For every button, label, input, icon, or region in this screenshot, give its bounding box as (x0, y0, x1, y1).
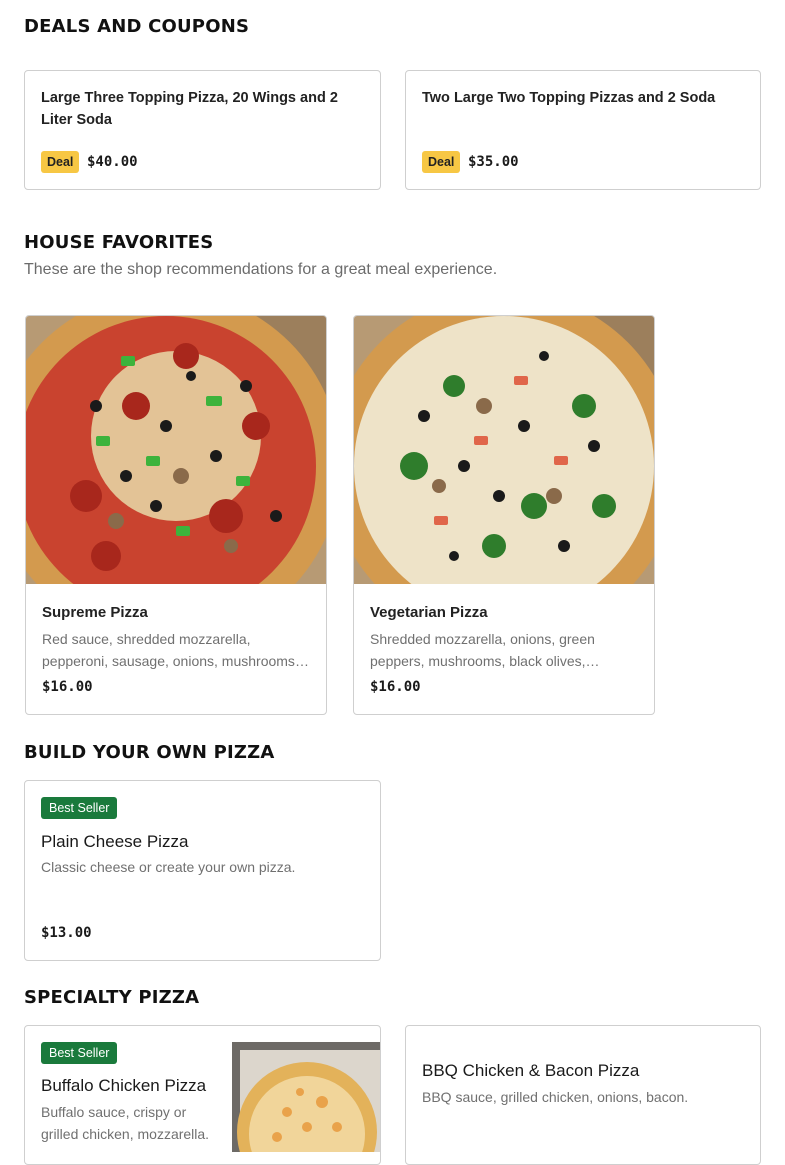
favorites-subtitle: These are the shop recommendations for a… (24, 261, 498, 278)
favorite-item-card[interactable]: Vegetarian Pizza Shredded mozzarella, on… (353, 315, 655, 715)
deal-card[interactable]: Large Three Topping Pizza, 20 Wings and … (24, 70, 381, 190)
vegetarian-pizza-photo (354, 316, 654, 584)
specialty-section-title: SPECIALTY PIZZA (24, 987, 200, 1008)
deals-section-title: DEALS AND COUPONS (24, 16, 250, 37)
menu-item-card[interactable]: Best Seller Plain Cheese Pizza Classic c… (24, 780, 381, 961)
deal-price: $35.00 (468, 154, 519, 170)
menu-item-card[interactable]: Best Seller Buffalo Chicken Pizza Buffal… (24, 1025, 381, 1165)
item-description: BBQ sauce, grilled chicken, onions, baco… (422, 1089, 689, 1105)
item-description: Shredded mozzarella, onions, green peppe… (370, 631, 595, 669)
buffalo-chicken-pizza-photo (232, 1042, 380, 1152)
item-name: BBQ Chicken & Bacon Pizza (422, 1061, 640, 1080)
item-name: Plain Cheese Pizza (41, 832, 189, 851)
deal-card[interactable]: Two Large Two Topping Pizzas and 2 Soda … (405, 70, 761, 190)
item-price: $16.00 (370, 679, 421, 695)
deal-name: Two Large Two Topping Pizzas and 2 Soda (422, 90, 716, 106)
byo-section-title: BUILD YOUR OWN PIZZA (24, 742, 275, 763)
item-price: $13.00 (41, 925, 92, 941)
deal-price: $40.00 (87, 154, 138, 170)
favorite-item-card[interactable]: Supreme Pizza Red sauce, shredded mozzar… (25, 315, 327, 715)
favorites-section-title: HOUSE FAVORITES (24, 232, 214, 253)
best-seller-badge: Best Seller (41, 1042, 118, 1064)
item-name: Supreme Pizza (42, 604, 148, 621)
item-description: Buffalo sauce, crispy or grilled chicken… (41, 1104, 210, 1142)
deal-badge: Deal (41, 151, 80, 173)
item-description: Red sauce, shredded mozzarella, pepperon… (42, 631, 299, 669)
best-seller-badge: Best Seller (41, 797, 118, 819)
menu-item-card[interactable]: BBQ Chicken & Bacon Pizza BBQ sauce, gri… (405, 1025, 761, 1165)
supreme-pizza-photo (26, 316, 326, 584)
item-price: $16.00 (42, 679, 93, 695)
item-name: Vegetarian Pizza (370, 604, 488, 621)
item-name: Buffalo Chicken Pizza (41, 1076, 207, 1095)
deal-name: Large Three Topping Pizza, 20 Wings and … (41, 90, 338, 128)
item-description: Classic cheese or create your own pizza. (41, 859, 296, 875)
deal-badge: Deal (422, 151, 461, 173)
